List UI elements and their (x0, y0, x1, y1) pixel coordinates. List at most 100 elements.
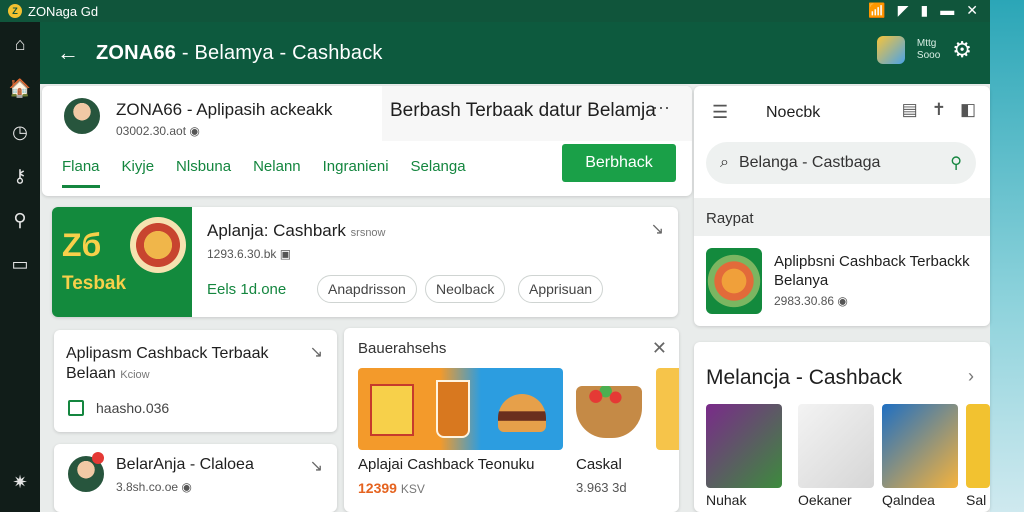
tab-bar: Flana Kiyje Nlsbuna Nelann Ingranieni Se… (62, 158, 466, 188)
notification-dot (92, 452, 104, 464)
inbox-icon[interactable]: ▤ (902, 100, 918, 120)
corner-arrow-icon[interactable]: ↘ (651, 219, 664, 239)
title-rest: - Belamya - Cashback (176, 41, 383, 64)
status-title: ZONaga Gd (28, 3, 99, 19)
screen-icon: ▬ (940, 2, 955, 18)
carousel-tile-3[interactable] (882, 404, 958, 488)
voice-search-icon[interactable]: ⚲ (950, 153, 962, 173)
title-main: ZONA66 (96, 41, 177, 64)
profile-name: ZONA66 - Aplipasih ackeakk (116, 100, 333, 119)
battery-icon: ▮ (920, 2, 929, 18)
corner-arrow-icon[interactable]: ↘ (310, 342, 323, 362)
food-bowl-icon (130, 217, 186, 273)
item-title[interactable]: Aplipbsni Cashback Terbackk Belanya (774, 252, 984, 290)
search-value: Belanga - Castbaga (738, 154, 881, 171)
user-card-title: BelarAnja - Claloea (116, 456, 254, 473)
banner-text: Berbash Terbaak datur Belamja (390, 100, 656, 121)
product-image-drinks[interactable] (358, 368, 563, 450)
product-title-1: Aplajai Cashback Teonuku (358, 456, 535, 473)
tab-selanga[interactable]: Selanga (411, 158, 466, 188)
tab-nlsbuna[interactable]: Nlsbuna (176, 158, 231, 188)
item-sub-text: 2983.30.86 (774, 294, 835, 308)
carousel-tile-2[interactable] (798, 404, 874, 488)
app-header: ← ZONA66 - Belamya - Cashback Mttg Sooo … (40, 22, 990, 84)
list-card-small: Kciow (120, 369, 150, 381)
system-icons: 📶 ◤ ▮ ▬ ✕ (868, 2, 978, 19)
cashback-button[interactable]: Berbhack (562, 144, 676, 182)
close-icon[interactable]: ✕ (652, 338, 667, 359)
back-arrow-icon[interactable]: ← (40, 40, 96, 66)
product-image-partial[interactable] (656, 368, 679, 450)
carousel-tile-4[interactable] (966, 404, 990, 488)
app-logo-icon: Z (8, 4, 22, 18)
product-section-header: Bauerahsehs (358, 340, 447, 357)
key-icon[interactable]: ⚷ (0, 154, 40, 198)
right-panel: ☰ Noecbk ▤ ✝ ◧ ⌕ Belanga - Castbaga ⚲ Ra… (694, 86, 990, 326)
left-rail: ⌂ 🏠 ◷ ⚷ ⚲ ▭ ✷ (0, 22, 40, 512)
fruit-basket-icon (576, 386, 642, 438)
right-decorative-strip (990, 0, 1024, 512)
featured-card[interactable]: Zб Tesbak Aplanja: Cashbark srsnow 1293.… (52, 207, 678, 317)
product-price-value: 12399 (358, 480, 397, 496)
settings-spark-icon[interactable]: ✷ (0, 460, 40, 504)
home-icon[interactable]: 🏠 (0, 66, 40, 110)
item-thumbnail[interactable] (706, 248, 762, 314)
featured-title: Aplanja: Cashbark srsnow (207, 221, 386, 241)
carousel-tile-1[interactable] (706, 404, 782, 488)
burger-icon (498, 394, 546, 432)
tab-ingranieni[interactable]: Ingranieni (323, 158, 389, 188)
pin-icon[interactable]: ✝ (932, 100, 946, 120)
verified-icon: ◉ (837, 294, 848, 308)
signal-icon: ◤ (897, 2, 909, 18)
section-header: Raypat (694, 198, 990, 236)
right-panel-actions: ▤ ✝ ◧ (902, 100, 976, 120)
pin-icon[interactable]: ⚲ (0, 198, 40, 242)
header-mini-text: Mttg Sooo (917, 38, 940, 62)
gear-icon[interactable]: ⚙ (952, 37, 972, 63)
pill-anapdrisson[interactable]: Anapdrisson (317, 275, 417, 303)
product-title-2: Caskal (576, 456, 622, 473)
home-outline-icon[interactable]: ⌂ (0, 22, 40, 66)
clock-icon[interactable]: ◷ (0, 110, 40, 154)
mini-top: Mttg (916, 38, 937, 49)
pill-neolback[interactable]: Neolback (425, 275, 506, 303)
profile-sub: 03002.30.aot ◉ (116, 124, 200, 138)
wifi-icon: 📶 (868, 2, 886, 18)
page-title: ZONA66 - Belamya - Cashback (96, 42, 383, 65)
checkbox[interactable] (68, 400, 84, 416)
user-card-sub-text: 3.8sh.co.oe (116, 480, 179, 494)
product-image-basket[interactable] (572, 368, 648, 450)
avatar[interactable] (62, 96, 102, 136)
user-card-sub: 3.8sh.co.oe ◉ (116, 480, 192, 494)
list-card-title-text: Aplipasm Cashback Terbaak Belaan (66, 345, 269, 382)
product-price-suffix: KSV (400, 482, 425, 496)
tab-kiyje[interactable]: Kiyje (122, 158, 155, 188)
hamburger-menu-icon[interactable]: ☰ (712, 102, 728, 123)
corner-arrow-icon[interactable]: ↘ (310, 456, 323, 476)
carousel-title: Melancja - Cashback (706, 366, 903, 389)
carousel-caption-1: Nuhak (706, 492, 747, 508)
header-actions: Mttg Sooo ⚙ (876, 36, 972, 64)
search-icon: ⌕ (720, 154, 729, 171)
list-card-cashback[interactable]: Aplipasm Cashback Terbaak Belaan Kciow ↘… (54, 330, 337, 432)
carousel-caption-3: Qalndea (882, 492, 935, 508)
message-icon[interactable]: ◧ (960, 100, 976, 120)
featured-green-text: Eels 1d.one (207, 281, 287, 298)
pill-apprisuan[interactable]: Apprisuan (518, 275, 604, 303)
verified-icon: ◉ (181, 480, 192, 494)
search-input[interactable]: ⌕ Belanga - Castbaga ⚲ (706, 142, 976, 184)
rewards-icon[interactable] (876, 36, 905, 64)
mini-bottom: Sooo (916, 50, 941, 61)
chevron-right-icon[interactable]: › (968, 366, 974, 387)
status-bar: Z ZONaga Gd 📶 ◤ ▮ ▬ ✕ (0, 0, 990, 22)
folder-icon[interactable]: ▭ (0, 242, 40, 286)
profile-card: ZONA66 - Aplipasih ackeakk 03002.30.aot … (42, 86, 692, 196)
tab-flana[interactable]: Flana (62, 158, 100, 188)
product-price-1: 12399 KSV (358, 480, 425, 496)
more-options-icon[interactable]: ⋯ (652, 98, 670, 119)
list-card-value: haasho.036 (96, 400, 170, 416)
featured-image: Zб Tesbak (52, 207, 192, 317)
list-card-user[interactable]: BelarAnja - Claloea 3.8sh.co.oe ◉ ↘ (54, 444, 337, 512)
close-window-icon[interactable]: ✕ (966, 2, 978, 19)
tab-nelann[interactable]: Nelann (253, 158, 301, 188)
